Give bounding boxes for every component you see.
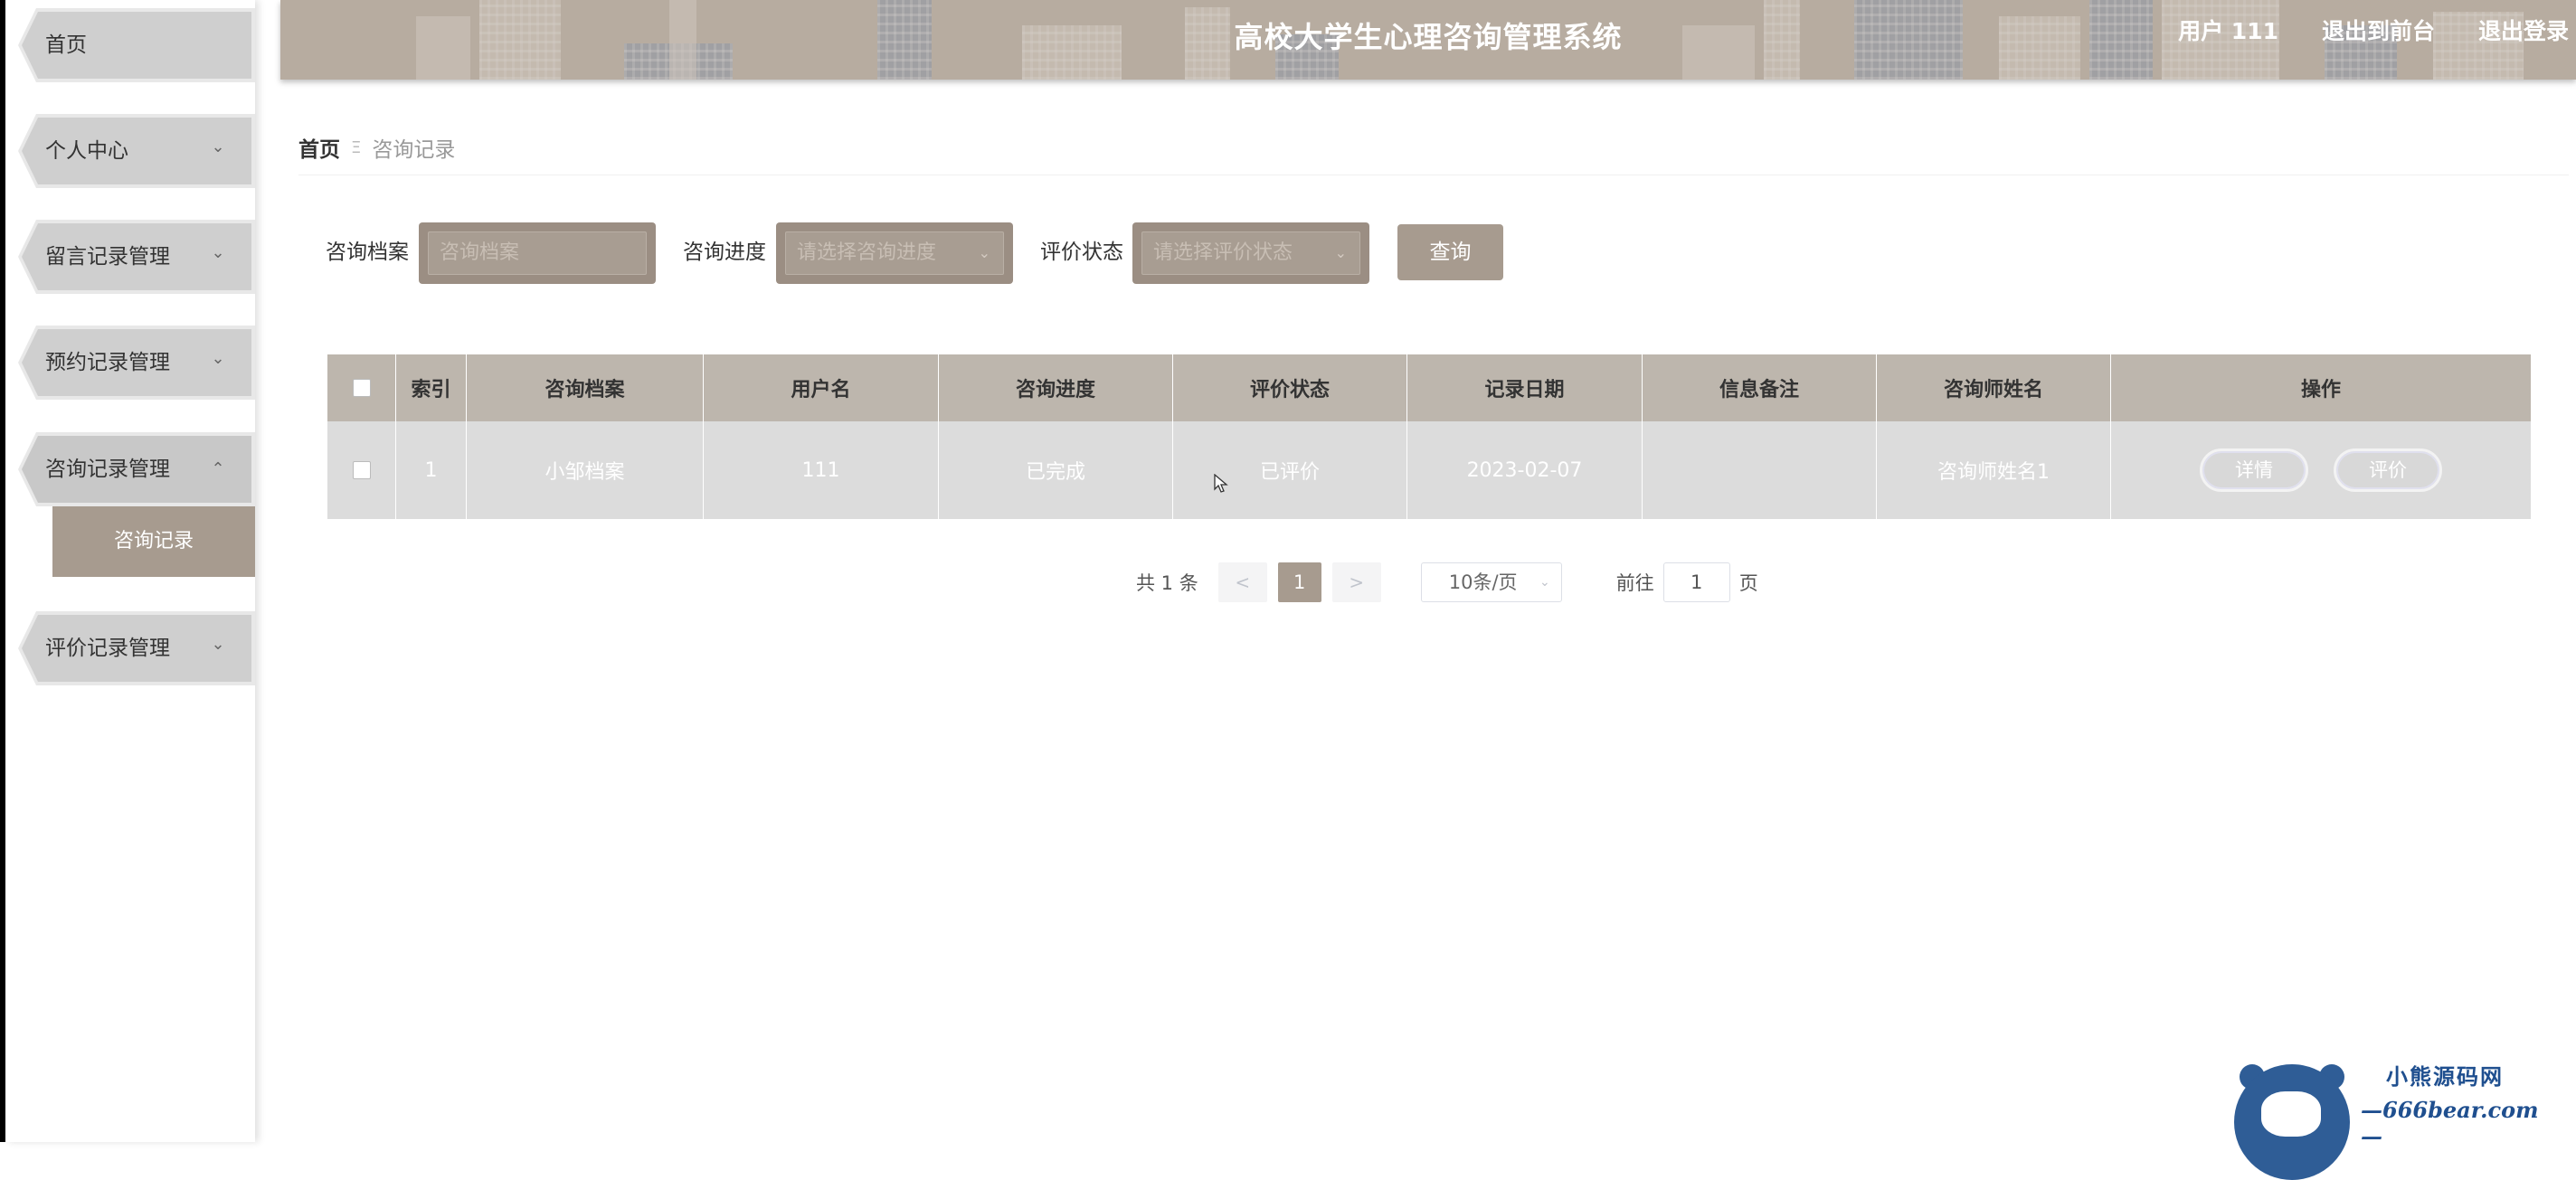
- page-size-value: 10条/页: [1448, 571, 1518, 593]
- watermark-logo: 小熊源码网 —666bear.com—: [2234, 1052, 2560, 1180]
- cell-archive: 小邹档案: [467, 421, 704, 519]
- sidebar-item-label: 首页: [45, 33, 87, 57]
- page-size-select[interactable]: 10条/页 ⌄: [1420, 562, 1562, 602]
- pagination-total: 共 1 条: [1136, 572, 1198, 594]
- records-table: 索引 咨询档案 用户名 咨询进度 评价状态 记录日期 信息备注 咨询师姓名 操作…: [327, 354, 2531, 519]
- watermark-text-cn: 小熊源码网: [2386, 1063, 2504, 1090]
- sidebar-item-label: 预约记录管理: [45, 351, 170, 374]
- column-header: 咨询师姓名: [1877, 354, 2111, 421]
- column-header: 记录日期: [1407, 354, 1643, 421]
- eval-status-select-wrapper: 请选择评价状态 ⌄: [1132, 222, 1369, 284]
- eval-status-label: 评价状态: [1040, 241, 1123, 264]
- exit-to-front-link[interactable]: 退出到前台: [2322, 0, 2435, 63]
- chevron-down-icon: ⌄: [1539, 575, 1550, 590]
- cell-date: 2023-02-07: [1407, 421, 1643, 519]
- sidebar-item-evaluation-records[interactable]: 评价记录管理 ⌄: [18, 611, 255, 685]
- goto-suffix: 页: [1738, 572, 1758, 594]
- sidebar-item-consult-records[interactable]: 咨询记录管理 ⌃: [18, 432, 255, 506]
- chevron-down-icon: ⌄: [211, 635, 225, 654]
- progress-select-placeholder: 请选择咨询进度: [797, 241, 937, 264]
- goto-prefix: 前往: [1615, 572, 1654, 594]
- column-header: 评价状态: [1173, 354, 1407, 421]
- sidebar: 首页 个人中心 ⌄ 留言记录管理 ⌄ 预约记录管理 ⌄ 咨询记录管理 ⌃ 咨询记…: [5, 0, 255, 1142]
- goto-page-input[interactable]: 1: [1662, 562, 1730, 602]
- table-header-row: 索引 咨询档案 用户名 咨询进度 评价状态 记录日期 信息备注 咨询师姓名 操作: [327, 354, 2531, 421]
- select-all-checkbox[interactable]: [352, 379, 371, 397]
- sidebar-item-home[interactable]: 首页: [18, 8, 255, 82]
- next-page-button[interactable]: >: [1331, 562, 1381, 602]
- sidebar-item-message-records[interactable]: 留言记录管理 ⌄: [18, 220, 255, 294]
- column-header: 咨询档案: [467, 354, 704, 421]
- cell-counselor: 咨询师姓名1: [1877, 421, 2111, 519]
- column-header: 信息备注: [1643, 354, 1877, 421]
- sidebar-subitem-label: 咨询记录: [113, 530, 194, 552]
- progress-select[interactable]: 请选择咨询进度 ⌄: [785, 231, 1004, 275]
- breadcrumb-home[interactable]: 首页: [298, 132, 340, 163]
- breadcrumb-current: 咨询记录: [372, 138, 456, 162]
- sidebar-subitem-consult-record[interactable]: 咨询记录: [52, 506, 255, 577]
- cell-username: 111: [704, 421, 939, 519]
- column-header: 操作: [2300, 379, 2341, 401]
- sidebar-item-label: 咨询记录管理: [45, 458, 170, 481]
- prev-page-button[interactable]: <: [1217, 562, 1267, 602]
- eval-status-select-placeholder: 请选择评价状态: [1153, 241, 1293, 264]
- pagination: 共 1 条 < 1 > 10条/页 ⌄ 前往 1 页: [1136, 562, 1758, 602]
- detail-button[interactable]: 详情: [2200, 448, 2308, 492]
- row-checkbox-cell: [327, 421, 396, 519]
- top-header: 高校大学生心理咨询管理系统 用户 111 退出到前台 退出登录: [280, 0, 2576, 80]
- sidebar-item-personal-center[interactable]: 个人中心 ⌄: [18, 114, 255, 188]
- progress-select-wrapper: 请选择咨询进度 ⌄: [776, 222, 1013, 284]
- column-header: 咨询进度: [939, 354, 1173, 421]
- column-header: 用户名: [704, 354, 939, 421]
- chevron-up-icon: ⌃: [211, 459, 225, 478]
- sidebar-item-label: 评价记录管理: [45, 637, 170, 660]
- cell-note: [1643, 421, 1877, 519]
- chevron-down-icon: ⌄: [211, 137, 225, 156]
- cell-actions: 详情 评价: [2111, 421, 2531, 519]
- cell-eval-status: 已评价: [1173, 421, 1407, 519]
- chevron-down-icon: ⌄: [978, 244, 990, 261]
- chevron-down-icon: ⌄: [211, 349, 225, 368]
- archive-label: 咨询档案: [326, 241, 409, 264]
- eval-status-select[interactable]: 请选择评价状态 ⌄: [1141, 231, 1360, 275]
- sidebar-item-label: 留言记录管理: [45, 245, 170, 269]
- archive-input-wrapper: 咨询档案: [419, 222, 656, 284]
- breadcrumb: 首页 Ξ 咨询记录: [298, 132, 455, 163]
- column-header: 索引: [396, 354, 467, 421]
- mouse-cursor-icon: [1214, 474, 1228, 493]
- bear-face-icon: [2261, 1091, 2321, 1137]
- breadcrumb-separator-icon: Ξ: [351, 137, 362, 157]
- watermark-text-en: —666bear.com—: [2361, 1097, 2539, 1149]
- archive-input[interactable]: 咨询档案: [428, 231, 647, 275]
- progress-label: 咨询进度: [683, 241, 766, 264]
- cell-progress: 已完成: [939, 421, 1173, 519]
- sidebar-item-label: 个人中心: [45, 139, 128, 163]
- evaluate-button[interactable]: 评价: [2334, 448, 2442, 492]
- header-checkbox-cell: [327, 354, 396, 421]
- chevron-down-icon: ⌄: [211, 243, 225, 262]
- query-button[interactable]: 查询: [1397, 224, 1503, 280]
- user-name-link[interactable]: 用户 111: [2178, 0, 2278, 63]
- logout-link[interactable]: 退出登录: [2478, 0, 2569, 63]
- table-row[interactable]: 1 小邹档案 111 已完成 已评价 2023-02-07 咨询师姓名1 详情 …: [327, 421, 2531, 519]
- sidebar-item-appointment-records[interactable]: 预约记录管理 ⌄: [18, 326, 255, 400]
- row-checkbox[interactable]: [352, 461, 371, 479]
- page-number-button[interactable]: 1: [1277, 562, 1321, 602]
- cell-index: 1: [396, 421, 467, 519]
- chevron-down-icon: ⌄: [1334, 244, 1347, 261]
